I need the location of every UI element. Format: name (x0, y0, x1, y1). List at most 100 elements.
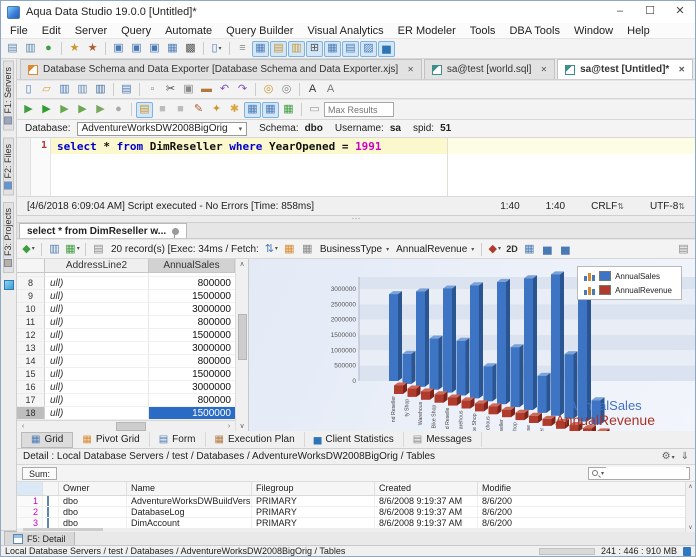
menu-automate[interactable]: Automate (158, 25, 219, 37)
toggle-chart-window-icon[interactable]: ▅ (378, 40, 395, 57)
scroll-thumb[interactable] (23, 528, 103, 531)
cell[interactable]: 8/6/2008 9:19:37 AM (375, 507, 478, 517)
cell[interactable]: 8/6/200 (478, 507, 695, 517)
cell[interactable] (43, 507, 59, 517)
date-format-icon[interactable]: ▦ (299, 241, 316, 257)
menu-er-modeler[interactable]: ER Modeler (391, 25, 463, 37)
toggle-table-window-icon[interactable]: ⊞ (306, 40, 323, 57)
print-icon[interactable]: ▤ (118, 82, 135, 98)
scroll-thumb[interactable] (116, 421, 147, 431)
address-cell[interactable]: ull) (45, 368, 149, 381)
print-results-icon[interactable]: ▤ (90, 241, 107, 257)
detail-search-input[interactable] (606, 467, 686, 479)
legend-item[interactable]: AnnualSales (584, 271, 672, 281)
horizontal-splitter[interactable]: ⋯ (17, 214, 695, 223)
export-results-icon[interactable]: ▥ (46, 241, 63, 257)
pivot-icon[interactable]: ▦ (281, 241, 298, 257)
row-number-cell[interactable]: 15 (17, 368, 45, 381)
cell[interactable]: 3 (17, 518, 43, 528)
code-area[interactable]: select * from DimReseller where YearOpen… (51, 138, 695, 196)
menu-dba-tools[interactable]: DBA Tools (502, 25, 567, 37)
annual-sales-cell[interactable]: 1500000 (149, 368, 235, 381)
find-next-icon[interactable]: ◎ (278, 82, 295, 98)
dark-grid-icon[interactable]: ▩ (182, 41, 199, 57)
address-cell[interactable]: ull) (45, 381, 149, 394)
maximize-button[interactable]: ☐ (635, 1, 665, 23)
grid-horizontal-scrollbar[interactable]: ‹ › (17, 420, 236, 431)
cell[interactable]: dbo (59, 507, 127, 517)
document-tab[interactable]: sa@test [world.sql] ✕ (423, 59, 556, 79)
annual-sales-cell[interactable]: 800000 (149, 394, 235, 407)
save-all-icon[interactable]: ▥ (92, 82, 109, 98)
toggle-form-window-icon[interactable]: ▤ (342, 40, 359, 57)
new-query-builder-icon[interactable]: ★ (84, 41, 101, 57)
annual-sales-cell[interactable]: 1500000 (149, 329, 235, 342)
detail-dock-tab[interactable]: F5: Detail (4, 531, 75, 545)
database-combo[interactable]: AdventureWorksDW2008BigOrig ▾ (76, 121, 248, 136)
completion-icon[interactable]: ✱ (226, 102, 243, 118)
table-data-editor-icon[interactable]: ▣ (146, 41, 163, 57)
cell[interactable]: dbo (59, 518, 127, 528)
annual-sales-cell[interactable]: 800000 (149, 277, 235, 290)
column-header-name[interactable]: Name (127, 482, 252, 495)
cell[interactable]: AdventureWorksDWBuildVersion (127, 496, 252, 506)
row-number-cell[interactable]: 8 (17, 277, 45, 290)
tab-form[interactable]: ▤ Form (150, 432, 206, 447)
grid-vertical-scrollbar[interactable]: ∧ ∨ (235, 259, 248, 431)
address-cell[interactable]: ull) (45, 303, 149, 316)
column-header-created[interactable]: Created (375, 482, 478, 495)
query-analyzer-icon[interactable]: ▣ (110, 41, 127, 57)
grid-column-header[interactable]: AnnualSales (149, 259, 235, 273)
address-cell[interactable]: ull) (45, 355, 149, 368)
garbage-collect-icon[interactable] (683, 546, 691, 556)
cell[interactable]: DatabaseLog (127, 507, 252, 517)
menu-query-builder[interactable]: Query Builder (219, 25, 300, 37)
close-tab-icon[interactable]: ✕ (540, 65, 547, 74)
tab-client-statistics[interactable]: ▅ Client Statistics (305, 432, 404, 447)
table-row[interactable]: 15 ull) 1500000 (17, 368, 235, 381)
cell[interactable]: 8/6/200 (478, 518, 695, 528)
scroll-up-icon[interactable]: ∧ (688, 483, 692, 490)
execute-explain-icon[interactable]: ▶ (74, 102, 91, 118)
pin-results-icon[interactable]: ▤ (136, 101, 153, 118)
row-number-cell[interactable]: 16 (17, 381, 45, 394)
address-cell[interactable]: ull) (45, 342, 149, 355)
cell[interactable]: 8/6/200 (478, 496, 695, 506)
split-window-icon[interactable]: ▦ (244, 101, 261, 118)
table-row[interactable]: 12 ull) 1500000 (17, 329, 235, 342)
annual-sales-cell[interactable]: 3000000 (149, 381, 235, 394)
row-number-cell[interactable]: 9 (17, 290, 45, 303)
address-cell[interactable]: ull) (45, 277, 149, 290)
results-tab[interactable]: select * from DimReseller w... (19, 223, 188, 238)
eol-mode-selector[interactable]: CRLF⇅ (591, 201, 624, 212)
table-row[interactable]: 16 ull) 3000000 (17, 381, 235, 394)
scroll-left-icon[interactable]: ‹ (17, 423, 29, 430)
find-icon[interactable]: ◎ (260, 82, 277, 98)
menu-tools[interactable]: Tools (463, 25, 503, 37)
execute-batch-icon[interactable]: ▶ (92, 102, 109, 118)
annual-revenue-combo[interactable]: AnnualRevenue ▾ (393, 244, 477, 255)
close-tab-icon[interactable]: ✕ (678, 65, 685, 74)
mode-2d-toggle[interactable]: 2D (506, 244, 518, 254)
column-header-filegroup[interactable]: Filegroup (252, 482, 375, 495)
table-row[interactable]: 2 dbo DatabaseLog PRIMARY 8/6/2008 9:19:37 A… (17, 507, 695, 518)
row-number-cell[interactable]: 10 (17, 303, 45, 316)
annual-sales-cell[interactable]: 800000 (149, 355, 235, 368)
toggle-files-window-icon[interactable]: ▤ (270, 40, 287, 57)
annual-sales-cell[interactable]: 3000000 (149, 342, 235, 355)
detail-vertical-scrollbar[interactable]: ∧ ∨ (685, 482, 695, 532)
cut-icon[interactable]: ✂ (162, 82, 179, 98)
grid-column-header[interactable]: AddressLine2 (45, 259, 149, 273)
tab-execution-plan[interactable]: ▦ Execution Plan (206, 432, 305, 447)
column-header-modifie[interactable]: Modifie (478, 482, 695, 495)
execute-icon[interactable]: ▶ (38, 102, 55, 118)
cell[interactable] (43, 496, 59, 506)
scroll-down-icon[interactable]: ∨ (239, 422, 244, 430)
scroll-up-icon[interactable]: ∧ (239, 260, 244, 268)
address-cell[interactable]: ull) (45, 407, 149, 420)
menu-window[interactable]: Window (567, 25, 620, 37)
row-number-cell[interactable]: 12 (17, 329, 45, 342)
address-cell[interactable]: ull) (45, 394, 149, 407)
toggle-grid-window-icon[interactable]: ▦ (252, 40, 269, 57)
layout-icon[interactable]: ▤ (675, 241, 692, 257)
